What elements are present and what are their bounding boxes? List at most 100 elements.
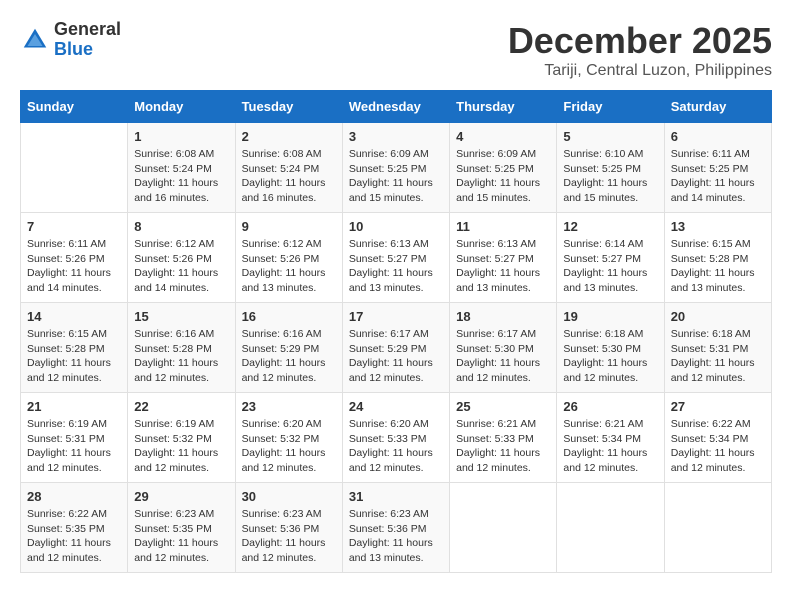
day-info: Sunrise: 6:09 AMSunset: 5:25 PMDaylight:… [456, 147, 550, 206]
calendar-day-14: 14 Sunrise: 6:15 AMSunset: 5:28 PMDayligh… [21, 303, 128, 393]
day-info: Sunrise: 6:22 AMSunset: 5:34 PMDaylight:… [671, 417, 765, 476]
day-info: Sunrise: 6:08 AMSunset: 5:24 PMDaylight:… [134, 147, 228, 206]
calendar-day-6: 6 Sunrise: 6:11 AMSunset: 5:25 PMDaylight… [664, 123, 771, 213]
day-number: 1 [134, 129, 228, 144]
calendar-day-2: 2 Sunrise: 6:08 AMSunset: 5:24 PMDaylight… [235, 123, 342, 213]
calendar-header-row: SundayMondayTuesdayWednesdayThursdayFrid… [21, 91, 772, 123]
day-number: 12 [563, 219, 657, 234]
day-info: Sunrise: 6:13 AMSunset: 5:27 PMDaylight:… [349, 237, 443, 296]
day-info: Sunrise: 6:18 AMSunset: 5:31 PMDaylight:… [671, 327, 765, 386]
day-info: Sunrise: 6:22 AMSunset: 5:35 PMDaylight:… [27, 507, 121, 566]
day-info: Sunrise: 6:15 AMSunset: 5:28 PMDaylight:… [27, 327, 121, 386]
calendar-day-28: 28 Sunrise: 6:22 AMSunset: 5:35 PMDayligh… [21, 483, 128, 573]
location-title: Tariji, Central Luzon, Philippines [508, 62, 772, 80]
day-info: Sunrise: 6:12 AMSunset: 5:26 PMDaylight:… [242, 237, 336, 296]
calendar-day-8: 8 Sunrise: 6:12 AMSunset: 5:26 PMDaylight… [128, 213, 235, 303]
calendar-week-row: 21 Sunrise: 6:19 AMSunset: 5:31 PMDayligh… [21, 393, 772, 483]
day-number: 31 [349, 489, 443, 504]
day-info: Sunrise: 6:09 AMSunset: 5:25 PMDaylight:… [349, 147, 443, 206]
calendar-day-24: 24 Sunrise: 6:20 AMSunset: 5:33 PMDayligh… [342, 393, 449, 483]
empty-cell [557, 483, 664, 573]
calendar-day-13: 13 Sunrise: 6:15 AMSunset: 5:28 PMDayligh… [664, 213, 771, 303]
calendar-day-27: 27 Sunrise: 6:22 AMSunset: 5:34 PMDayligh… [664, 393, 771, 483]
month-title: December 2025 [508, 20, 772, 62]
day-number: 8 [134, 219, 228, 234]
day-info: Sunrise: 6:10 AMSunset: 5:25 PMDaylight:… [563, 147, 657, 206]
day-number: 19 [563, 309, 657, 324]
logo: General Blue [20, 20, 121, 60]
calendar-day-11: 11Sunrise: 6:13 AMSunset: 5:27 PMDayligh… [450, 213, 557, 303]
day-number: 25 [456, 399, 550, 414]
title-area: December 2025 Tariji, Central Luzon, Phi… [508, 20, 772, 80]
empty-cell [21, 123, 128, 213]
calendar-day-26: 26 Sunrise: 6:21 AMSunset: 5:34 PMDayligh… [557, 393, 664, 483]
day-number: 10 [349, 219, 443, 234]
calendar-day-29: 29 Sunrise: 6:23 AMSunset: 5:35 PMDayligh… [128, 483, 235, 573]
day-number: 2 [242, 129, 336, 144]
day-info: Sunrise: 6:15 AMSunset: 5:28 PMDaylight:… [671, 237, 765, 296]
day-info: Sunrise: 6:11 AMSunset: 5:26 PMDaylight:… [27, 237, 121, 296]
day-number: 26 [563, 399, 657, 414]
calendar-day-30: 30 Sunrise: 6:23 AMSunset: 5:36 PMDayligh… [235, 483, 342, 573]
day-number: 16 [242, 309, 336, 324]
header-friday: Friday [557, 91, 664, 123]
calendar-day-23: 23 Sunrise: 6:20 AMSunset: 5:32 PMDayligh… [235, 393, 342, 483]
day-number: 28 [27, 489, 121, 504]
day-number: 23 [242, 399, 336, 414]
calendar-day-4: 4 Sunrise: 6:09 AMSunset: 5:25 PMDaylight… [450, 123, 557, 213]
calendar-day-7: 7 Sunrise: 6:11 AMSunset: 5:26 PMDaylight… [21, 213, 128, 303]
day-info: Sunrise: 6:19 AMSunset: 5:31 PMDaylight:… [27, 417, 121, 476]
day-number: 27 [671, 399, 765, 414]
day-info: Sunrise: 6:16 AMSunset: 5:29 PMDaylight:… [242, 327, 336, 386]
logo-icon [20, 25, 50, 55]
day-number: 7 [27, 219, 121, 234]
day-number: 17 [349, 309, 443, 324]
day-number: 24 [349, 399, 443, 414]
day-number: 5 [563, 129, 657, 144]
day-info: Sunrise: 6:23 AMSunset: 5:35 PMDaylight:… [134, 507, 228, 566]
calendar-day-12: 12Sunrise: 6:14 AMSunset: 5:27 PMDayligh… [557, 213, 664, 303]
calendar-week-row: 1 Sunrise: 6:08 AMSunset: 5:24 PMDaylight… [21, 123, 772, 213]
day-number: 3 [349, 129, 443, 144]
empty-cell [664, 483, 771, 573]
day-info: Sunrise: 6:19 AMSunset: 5:32 PMDaylight:… [134, 417, 228, 476]
day-info: Sunrise: 6:11 AMSunset: 5:25 PMDaylight:… [671, 147, 765, 206]
day-info: Sunrise: 6:20 AMSunset: 5:32 PMDaylight:… [242, 417, 336, 476]
day-number: 4 [456, 129, 550, 144]
calendar-day-3: 3 Sunrise: 6:09 AMSunset: 5:25 PMDaylight… [342, 123, 449, 213]
day-number: 13 [671, 219, 765, 234]
calendar-day-16: 16 Sunrise: 6:16 AMSunset: 5:29 PMDayligh… [235, 303, 342, 393]
day-info: Sunrise: 6:17 AMSunset: 5:29 PMDaylight:… [349, 327, 443, 386]
header-saturday: Saturday [664, 91, 771, 123]
day-number: 11 [456, 219, 550, 234]
day-number: 14 [27, 309, 121, 324]
calendar-day-15: 15Sunrise: 6:16 AMSunset: 5:28 PMDayligh… [128, 303, 235, 393]
calendar-day-10: 10 Sunrise: 6:13 AMSunset: 5:27 PMDayligh… [342, 213, 449, 303]
calendar-table: SundayMondayTuesdayWednesdayThursdayFrid… [20, 90, 772, 573]
day-info: Sunrise: 6:21 AMSunset: 5:33 PMDaylight:… [456, 417, 550, 476]
calendar-week-row: 7 Sunrise: 6:11 AMSunset: 5:26 PMDaylight… [21, 213, 772, 303]
calendar-day-20: 20Sunrise: 6:18 AMSunset: 5:31 PMDayligh… [664, 303, 771, 393]
day-info: Sunrise: 6:21 AMSunset: 5:34 PMDaylight:… [563, 417, 657, 476]
calendar-day-18: 18 Sunrise: 6:17 AMSunset: 5:30 PMDayligh… [450, 303, 557, 393]
day-info: Sunrise: 6:23 AMSunset: 5:36 PMDaylight:… [349, 507, 443, 566]
header-wednesday: Wednesday [342, 91, 449, 123]
calendar-day-25: 25 Sunrise: 6:21 AMSunset: 5:33 PMDayligh… [450, 393, 557, 483]
day-number: 30 [242, 489, 336, 504]
day-number: 21 [27, 399, 121, 414]
day-number: 6 [671, 129, 765, 144]
calendar-day-9: 9 Sunrise: 6:12 AMSunset: 5:26 PMDaylight… [235, 213, 342, 303]
header-monday: Monday [128, 91, 235, 123]
day-info: Sunrise: 6:23 AMSunset: 5:36 PMDaylight:… [242, 507, 336, 566]
day-number: 18 [456, 309, 550, 324]
page-header: General Blue December 2025 Tariji, Centr… [20, 20, 772, 80]
day-info: Sunrise: 6:08 AMSunset: 5:24 PMDaylight:… [242, 147, 336, 206]
day-info: Sunrise: 6:12 AMSunset: 5:26 PMDaylight:… [134, 237, 228, 296]
header-thursday: Thursday [450, 91, 557, 123]
calendar-day-22: 22Sunrise: 6:19 AMSunset: 5:32 PMDayligh… [128, 393, 235, 483]
day-info: Sunrise: 6:20 AMSunset: 5:33 PMDaylight:… [349, 417, 443, 476]
day-number: 29 [134, 489, 228, 504]
calendar-week-row: 28 Sunrise: 6:22 AMSunset: 5:35 PMDayligh… [21, 483, 772, 573]
day-number: 9 [242, 219, 336, 234]
day-info: Sunrise: 6:17 AMSunset: 5:30 PMDaylight:… [456, 327, 550, 386]
